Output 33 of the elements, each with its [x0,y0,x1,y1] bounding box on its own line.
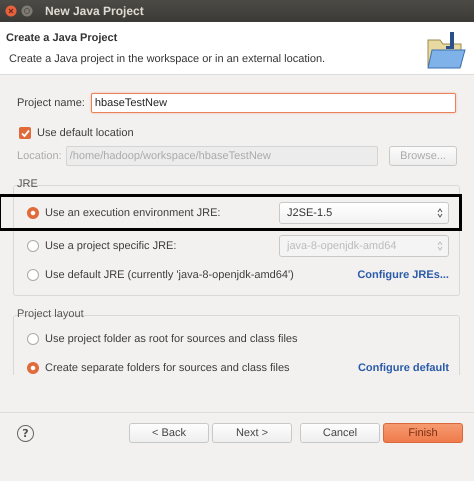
radio-button[interactable] [27,268,39,280]
group-title: Project layout [17,308,85,320]
window-title: New Java Project [45,4,144,18]
finish-button[interactable]: Finish [383,423,463,443]
radio-button[interactable] [27,332,39,344]
radio-label[interactable]: Create separate folders for sources and class files [45,362,290,374]
checkbox-label[interactable]: Use default location [37,127,134,139]
minimize-icon[interactable] [21,5,33,17]
radio-button[interactable] [27,240,39,252]
group-title: JRE [17,178,39,190]
radio-button[interactable] [27,362,39,374]
help-button[interactable]: ? [17,424,34,442]
radio-label[interactable]: Use default JRE (currently 'java-8-openjdk-amd64') [45,268,294,280]
checkbox[interactable] [19,127,31,139]
spinner-icon [437,240,443,250]
field-label: Project name: [17,97,85,109]
header-title: Create a Java Project [6,32,118,44]
dialog-button[interactable]: Cancel [300,423,380,443]
link[interactable]: Configure default [358,362,449,374]
radio-label[interactable]: Use a project specific JRE: [45,240,176,252]
spinner-icon [437,208,443,218]
dialog-button[interactable]: Next > [212,423,292,443]
project-name-field[interactable]: hbaseTestNew [90,93,456,113]
field-label: Location: [17,150,62,162]
folder-icon [426,32,466,70]
link[interactable]: Configure JREs... [357,268,449,280]
dropdown[interactable]: J2SE-1.5 [279,202,449,224]
radio-label[interactable]: Use an execution environment JRE: [45,206,220,218]
header-description: Create a Java project in the workspace or in an external location. [9,53,326,65]
close-icon[interactable] [5,5,17,17]
radio-label[interactable]: Use project folder as root for sources and class files [45,332,298,344]
radio-button[interactable] [27,206,39,218]
dialog-button[interactable]: < Back [129,423,209,443]
